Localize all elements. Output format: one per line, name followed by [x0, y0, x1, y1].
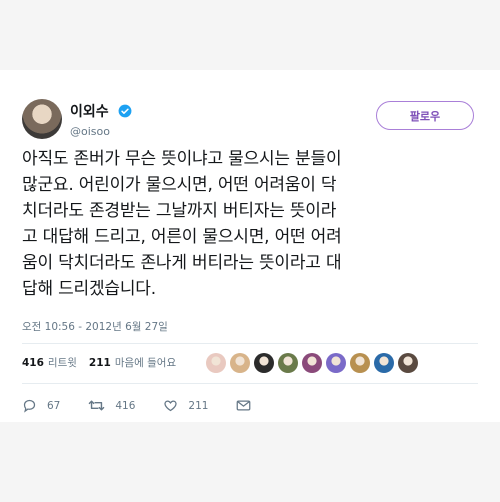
- like-action[interactable]: 211: [163, 398, 208, 413]
- liker-avatar[interactable]: [350, 353, 370, 373]
- retweet-icon: [89, 400, 105, 411]
- liker-avatar[interactable]: [206, 353, 226, 373]
- tweet-actions: 67 416 211: [22, 398, 289, 413]
- divider: [22, 343, 478, 344]
- liker-avatar[interactable]: [278, 353, 298, 373]
- divider: [22, 383, 478, 384]
- heart-icon: [164, 400, 178, 412]
- retweets-label[interactable]: 리트윗: [48, 355, 77, 370]
- tweet-card: 이외수 @oisoo 팔로우 아직도 존버가 무슨 뜻이냐고 물으시는 분들이 …: [0, 70, 500, 422]
- verified-badge-icon: [118, 104, 132, 117]
- likes-count[interactable]: 211: [89, 357, 111, 369]
- message-action[interactable]: [236, 399, 261, 412]
- liker-avatar[interactable]: [254, 353, 274, 373]
- liker-avatar[interactable]: [374, 353, 394, 373]
- like-count: 211: [188, 399, 209, 412]
- tweet-timestamp[interactable]: 오전 10:56 - 2012년 6월 27일: [22, 319, 168, 334]
- display-name[interactable]: 이외수: [70, 101, 109, 121]
- avatar[interactable]: [22, 99, 62, 139]
- liker-avatar[interactable]: [398, 353, 418, 373]
- liker-avatar[interactable]: [230, 353, 250, 373]
- user-handle[interactable]: @oisoo: [70, 125, 132, 138]
- liker-avatars: [206, 353, 422, 373]
- tweet-text: 아직도 존버가 무슨 뜻이냐고 물으시는 분들이 많군요. 어린이가 물으시면,…: [22, 149, 342, 299]
- retweet-count: 416: [115, 399, 136, 412]
- retweet-action[interactable]: 416: [88, 398, 135, 413]
- liker-avatar[interactable]: [302, 353, 322, 373]
- mail-icon: [237, 400, 251, 411]
- reply-icon: [23, 399, 36, 413]
- liker-avatar[interactable]: [326, 353, 346, 373]
- likes-label[interactable]: 마음에 들어요: [115, 355, 176, 370]
- retweets-count[interactable]: 416: [22, 357, 44, 369]
- reply-action[interactable]: 67: [22, 398, 60, 413]
- engagement-stats: 416 리트윗 211 마음에 들어요: [22, 355, 188, 370]
- user-name-block: 이외수 @oisoo: [70, 100, 132, 138]
- follow-button[interactable]: 팔로우: [376, 101, 474, 130]
- reply-count: 67: [47, 399, 61, 412]
